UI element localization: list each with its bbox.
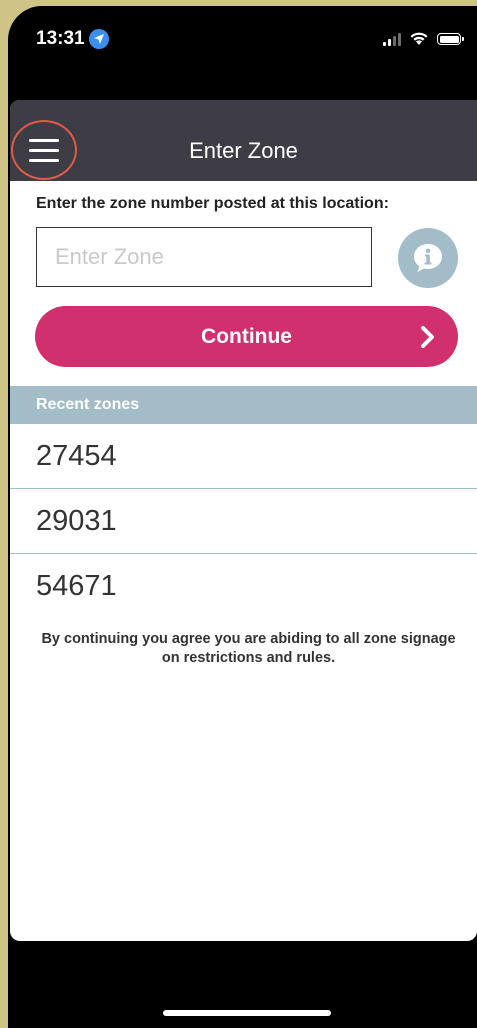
signal-icon [383,32,401,46]
app-card: Enter Zone Enter the zone number posted … [10,100,477,941]
recent-zone-item[interactable]: 29031 [10,489,477,554]
screenshot-frame: 13:31 Enter Zone Enter the zone number p… [0,0,477,1028]
location-arrow-icon [88,29,109,49]
zone-input[interactable] [36,227,372,287]
page-title: Enter Zone [189,138,298,163]
disclaimer-text: By continuing you agree you are abiding … [41,631,456,666]
info-button[interactable] [398,228,458,288]
recent-zones-header: Recent zones [10,386,477,424]
recent-zone-item[interactable]: 27454 [10,424,477,489]
status-icons [383,32,464,46]
status-time-label: 13:31 [36,28,85,49]
phone-screen: 13:31 Enter Zone Enter the zone number p… [8,6,477,1028]
wifi-icon [410,32,428,45]
continue-label: Continue [201,324,292,348]
battery-icon [437,33,464,45]
status-time: 13:31 [36,28,109,50]
recent-zone-item[interactable]: 54671 [10,554,477,618]
info-icon [414,244,442,272]
home-indicator[interactable] [163,1010,331,1016]
continue-button[interactable]: Continue [35,306,458,367]
app-header: Enter Zone [10,100,477,181]
zone-prompt-label: Enter the zone number posted at this loc… [36,195,389,212]
chevron-right-icon [421,325,434,348]
recent-zones-list: 27454 29031 54671 [10,424,477,618]
